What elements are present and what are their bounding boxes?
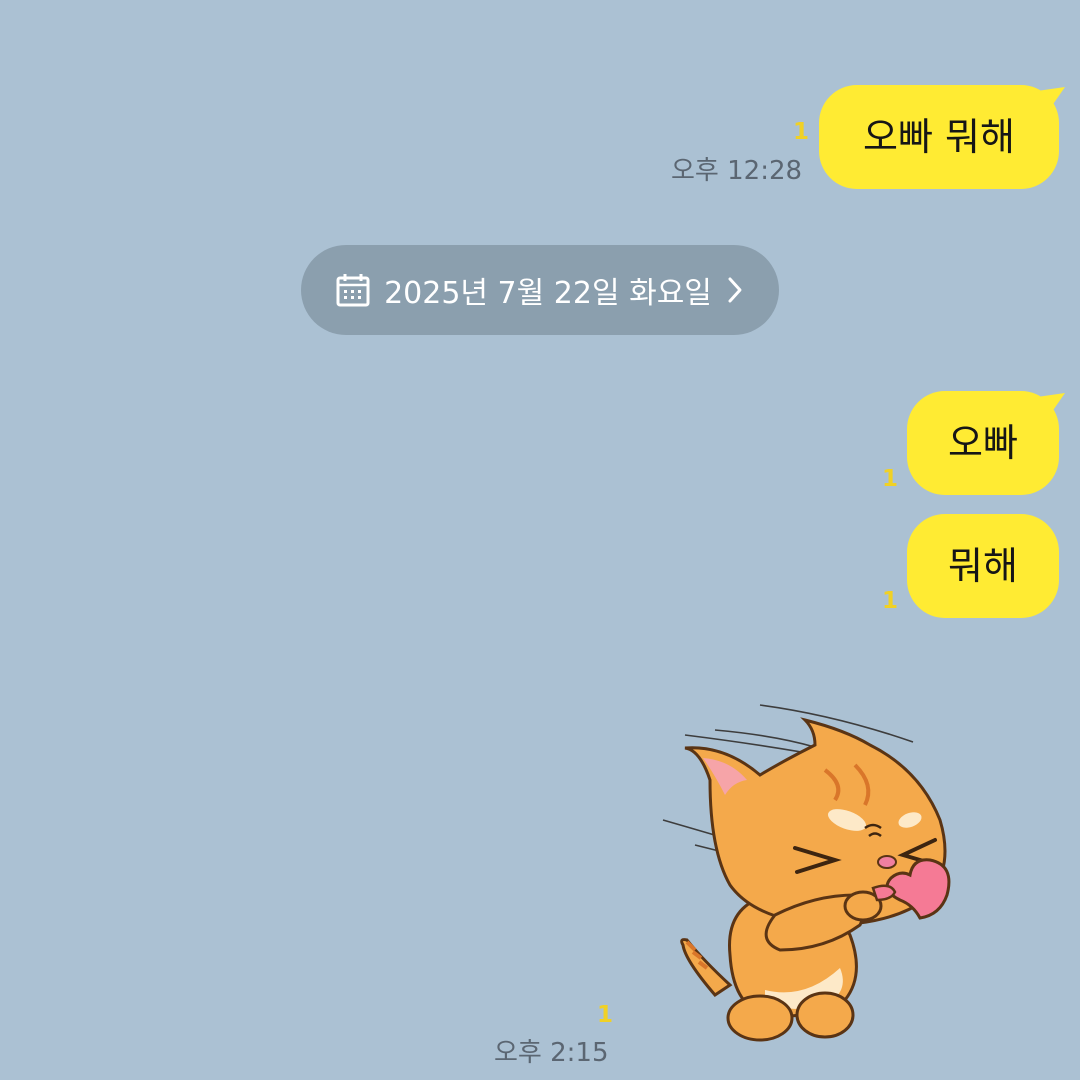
cat-sticker[interactable]: [655, 700, 975, 1050]
date-label: 2025년 7월 22일 화요일: [384, 276, 712, 311]
unread-count: 1: [882, 466, 899, 492]
message-timestamp: 오후 2:15: [494, 1038, 609, 1068]
message-bubble[interactable]: 뭐해: [907, 514, 1059, 618]
message-timestamp: 오후 12:28: [671, 156, 803, 186]
chevron-right-icon: [728, 277, 742, 303]
date-divider[interactable]: 2025년 7월 22일 화요일: [301, 245, 779, 335]
message-text: 오빠 뭐해: [863, 115, 1015, 159]
unread-count: 1: [793, 119, 810, 145]
bubble-tail: [1037, 393, 1065, 419]
bubble-tail: [1037, 87, 1065, 113]
message-text: 오빠: [948, 421, 1018, 465]
message-bubble[interactable]: 오빠 뭐해: [819, 85, 1065, 189]
calendar-icon: [336, 274, 370, 307]
unread-count: 1: [597, 1002, 614, 1028]
unread-count: 1: [882, 588, 899, 614]
message-text: 뭐해: [948, 544, 1018, 588]
message-bubble[interactable]: 오빠: [907, 391, 1065, 495]
